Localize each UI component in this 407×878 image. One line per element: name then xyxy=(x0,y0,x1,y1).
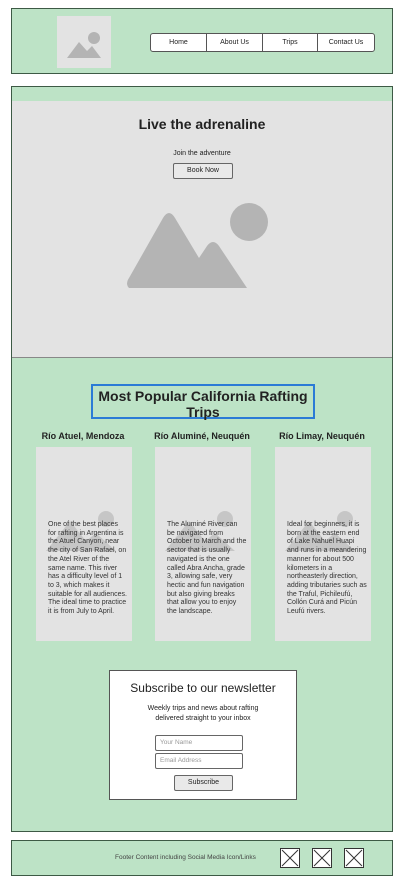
book-now-button[interactable]: Book Now xyxy=(173,163,233,179)
card-title-atuel: Río Atuel, Mendoza xyxy=(41,431,125,441)
site-footer: Footer Content including Social Media Ic… xyxy=(11,840,393,876)
main-content: Live the adrenaline Join the adventure B… xyxy=(11,86,393,832)
hero-subtitle: Join the adventure xyxy=(173,150,231,157)
trip-card-limay[interactable]: Ideal for beginners, it is born at the e… xyxy=(275,447,371,641)
social-icon-placeholder[interactable] xyxy=(344,848,364,868)
card-description: The Aluminé River can be navigated from … xyxy=(167,521,247,616)
nav-contact-us[interactable]: Contact Us xyxy=(318,34,374,51)
nav-about-us[interactable]: About Us xyxy=(207,34,263,51)
name-input[interactable]: Your Name xyxy=(155,735,243,751)
hero-title: Live the adrenaline xyxy=(138,116,266,132)
card-title-limay: Río Limay, Neuquén xyxy=(279,431,365,441)
email-input[interactable]: Email Address xyxy=(155,753,243,769)
card-title-alumine: Río Aluminé, Neuquén xyxy=(154,431,250,441)
main-nav: Home About Us Trips Contact Us xyxy=(150,33,375,52)
nav-home[interactable]: Home xyxy=(151,34,207,51)
nav-trips[interactable]: Trips xyxy=(263,34,318,51)
subscribe-button[interactable]: Subscribe xyxy=(174,775,233,791)
social-icon-placeholder[interactable] xyxy=(312,848,332,868)
hero-section: Live the adrenaline Join the adventure B… xyxy=(12,101,392,358)
card-description: One of the best places for rafting in Ar… xyxy=(48,521,127,616)
newsletter-subtitle-text: Weekly trips and news about rafting deli… xyxy=(147,705,259,722)
card-description: Ideal for beginners, it is born at the e… xyxy=(287,521,367,616)
hero-image-placeholder-icon xyxy=(123,196,283,296)
social-icon-placeholder[interactable] xyxy=(280,848,300,868)
site-header: Home About Us Trips Contact Us xyxy=(11,8,393,74)
newsletter-box: Subscribe to our newsletter Weekly trips… xyxy=(109,670,297,800)
logo-image-placeholder-icon[interactable] xyxy=(57,16,111,68)
trip-card-alumine[interactable]: The Aluminé River can be navigated from … xyxy=(155,447,251,641)
newsletter-subtitle: Weekly trips and news about rafting deli… xyxy=(110,704,296,724)
trips-section-title: Most Popular California Rafting Trips xyxy=(91,384,315,420)
trip-card-atuel[interactable]: One of the best places for rafting in Ar… xyxy=(36,447,132,641)
footer-text: Footer Content including Social Media Ic… xyxy=(115,854,256,861)
newsletter-title: Subscribe to our newsletter xyxy=(130,681,276,695)
